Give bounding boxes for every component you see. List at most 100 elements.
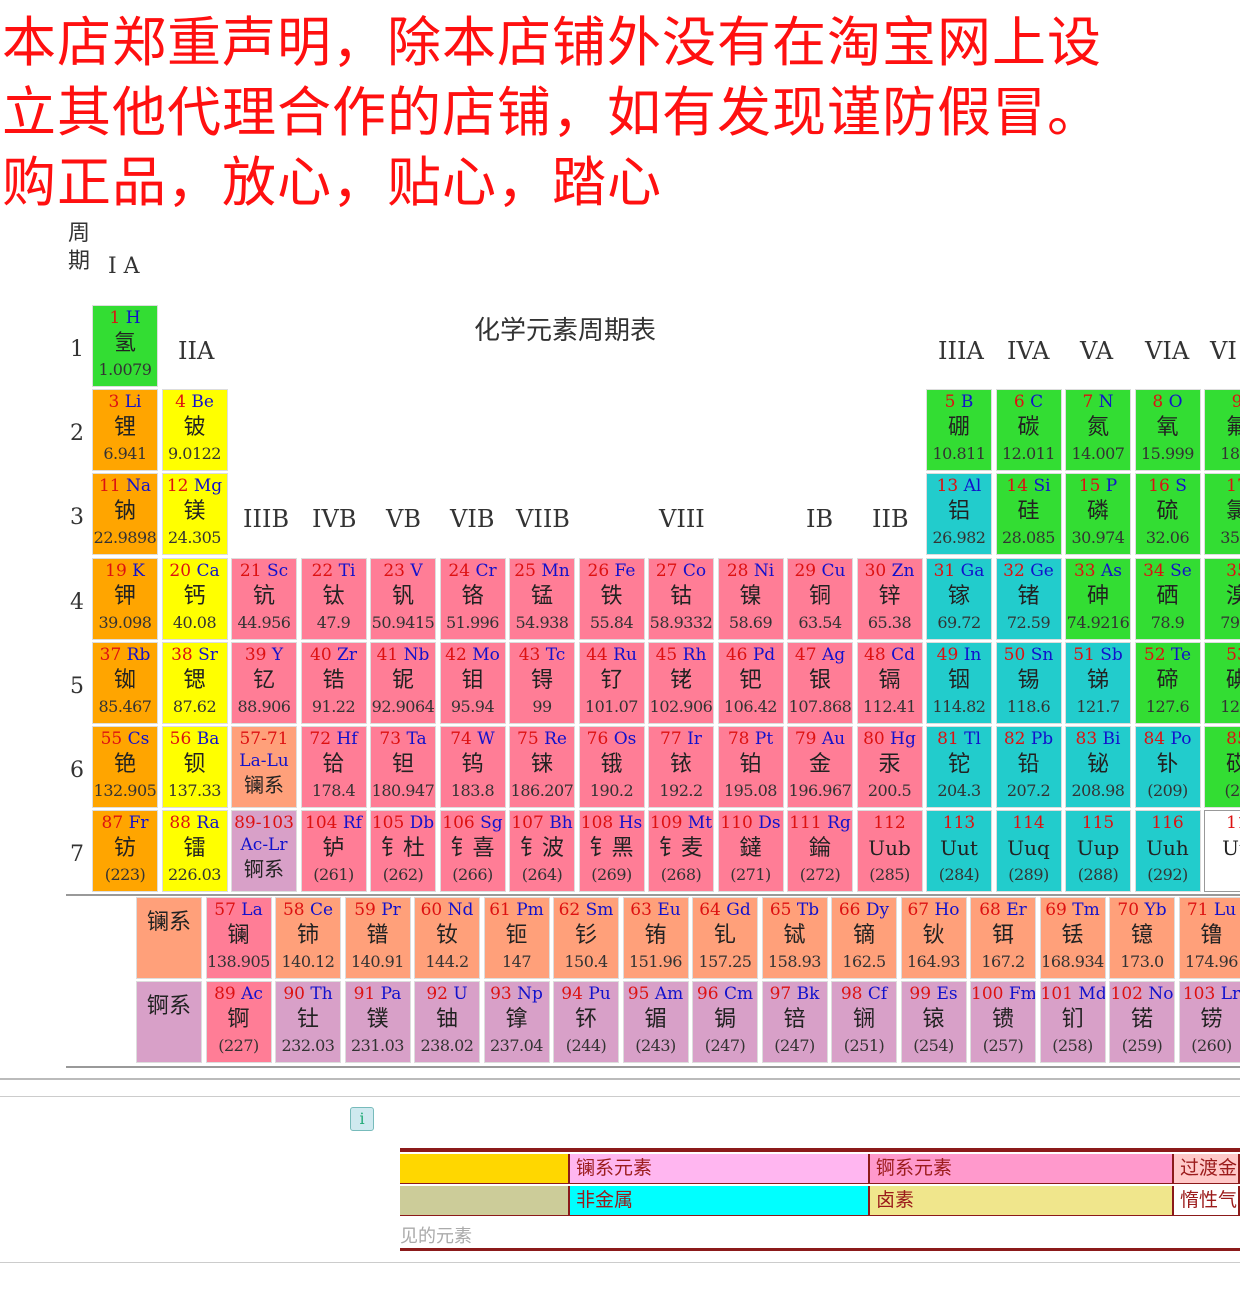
element-cell[interactable]: 91 Pa 镤 231.03	[344, 981, 411, 1063]
element-cell[interactable]: 42 Mo 钼 95.94	[439, 641, 506, 724]
element-cell[interactable]: 8 O 氧 15.999	[1134, 389, 1201, 472]
element-cell[interactable]: 4 Be 铍 9.0122	[161, 389, 228, 472]
element-cell[interactable]: 80 Hg 汞 200.5	[856, 726, 923, 808]
element-cell[interactable]: 95 Am 镅 (243)	[622, 981, 689, 1063]
element-cell[interactable]: 56 Ba 钡 137.33	[161, 726, 228, 808]
element-cell[interactable]: 99 Es 锿 (254)	[900, 981, 967, 1063]
element-cell[interactable]: 71 Lu 镥 174.96	[1178, 897, 1240, 979]
element-cell[interactable]: 22 Ti 钛 47.9	[300, 557, 367, 640]
element-cell[interactable]: 83 Bi 铋 208.98	[1065, 726, 1131, 808]
element-cell[interactable]: 1 H 氢 1.0079	[92, 305, 158, 387]
element-cell[interactable]: 34 Se 硒 78.9	[1134, 557, 1201, 640]
series-placeholder-cell[interactable]: 57-71 La-Lu 镧系	[231, 726, 297, 808]
element-cell[interactable]: 19 K 钾 39.098	[92, 557, 158, 640]
element-cell[interactable]: 49 In 铟 114.82	[926, 641, 992, 724]
element-cell[interactable]: 106 Sg 钅喜 (266)	[439, 810, 506, 893]
element-cell[interactable]: 40 Zr 锆 91.22	[300, 641, 367, 724]
element-cell[interactable]: 51 Sb 锑 121.7	[1065, 641, 1131, 724]
element-cell[interactable]: 33 As 砷 74.9216	[1065, 557, 1131, 640]
element-cell[interactable]: 25 Mn 锰 54.938	[509, 557, 575, 640]
element-cell[interactable]: 3 Li 锂 6.941	[92, 389, 158, 472]
element-cell[interactable]: 37 Rb 铷 85.467	[92, 641, 158, 724]
element-cell[interactable]: 105 Db 钅杜 (262)	[370, 810, 436, 893]
element-cell[interactable]: 103 Lr 铹 (260)	[1178, 981, 1240, 1063]
element-cell[interactable]: 13 Al 铝 26.982	[926, 473, 992, 556]
element-cell[interactable]: 89 Ac 锕 (227)	[205, 981, 272, 1063]
element-cell[interactable]: 29 Cu 铜 63.54	[787, 557, 853, 640]
element-cell[interactable]: 48 Cd 镉 112.41	[856, 641, 923, 724]
element-cell[interactable]: 23 V 钒 50.9415	[370, 557, 436, 640]
element-cell[interactable]: 85 砹 (21	[1204, 726, 1240, 808]
element-cell[interactable]: 62 Sm 钐 150.4	[553, 897, 619, 979]
element-cell[interactable]: 27 Co 钴 58.9332	[648, 557, 714, 640]
element-cell[interactable]: 116 Uuh (292)	[1134, 810, 1201, 893]
element-cell[interactable]: 93 Np 镎 237.04	[483, 981, 550, 1063]
element-cell[interactable]: 110 Ds 鐽 (271)	[717, 810, 784, 893]
element-cell[interactable]: 31 Ga 镓 69.72	[926, 557, 992, 640]
element-cell[interactable]: 43 Tc 锝 99	[509, 641, 575, 724]
element-cell[interactable]: 55 Cs 铯 132.905	[92, 726, 158, 808]
element-cell[interactable]: 53 碘126.	[1204, 641, 1240, 724]
element-cell[interactable]: 72 Hf 铪 178.4	[300, 726, 367, 808]
element-cell[interactable]: 26 Fe 铁 55.84	[578, 557, 645, 640]
element-cell[interactable]: 24 Cr 铬 51.996	[439, 557, 506, 640]
element-cell[interactable]: 66 Dy 镝 162.5	[831, 897, 897, 979]
element-cell[interactable]: 81 Tl 铊 204.3	[926, 726, 992, 808]
element-cell[interactable]: 82 Pb 铅 207.2	[995, 726, 1062, 808]
element-cell[interactable]: 97 Bk 锫 (247)	[761, 981, 828, 1063]
element-cell[interactable]: 78 Pt 铂 195.08	[717, 726, 784, 808]
element-cell[interactable]: 68 Er 铒 167.2	[970, 897, 1036, 979]
element-cell[interactable]: 6 C 碳 12.011	[995, 389, 1062, 472]
element-cell[interactable]: 76 Os 锇 190.2	[578, 726, 645, 808]
element-cell[interactable]: 39 Y 钇 88.906	[231, 641, 297, 724]
element-cell[interactable]: 94 Pu 钚 (244)	[553, 981, 619, 1063]
element-cell[interactable]: 32 Ge 锗 72.59	[995, 557, 1062, 640]
element-cell[interactable]: 59 Pr 镨 140.91	[344, 897, 411, 979]
element-cell[interactable]: 63 Eu 铕 151.96	[622, 897, 689, 979]
element-cell[interactable]: 69 Tm 铥 168.934	[1039, 897, 1106, 979]
element-cell[interactable]: 114 Uuq (289)	[995, 810, 1062, 893]
element-cell[interactable]: 60 Nd 钕 144.2	[414, 897, 480, 979]
element-cell[interactable]: 7 N 氮 14.007	[1065, 389, 1131, 472]
element-cell[interactable]: 111 Rg 錀 (272)	[787, 810, 853, 893]
element-cell[interactable]: 98 Cf 锎 (251)	[831, 981, 897, 1063]
element-cell[interactable]: 52 Te 碲 127.6	[1134, 641, 1201, 724]
element-cell[interactable]: 115 Uup (288)	[1065, 810, 1131, 893]
element-cell[interactable]: 46 Pd 钯 106.42	[717, 641, 784, 724]
element-cell[interactable]: 101 Md 钔 (258)	[1039, 981, 1106, 1063]
element-cell[interactable]: 104 Rf 𬬻 (261)	[300, 810, 367, 893]
element-cell[interactable]: 16 S 硫 32.06	[1134, 473, 1201, 556]
element-cell[interactable]: 28 Ni 镍 58.69	[717, 557, 784, 640]
element-cell[interactable]: 112 Uub (285)	[856, 810, 923, 893]
element-cell[interactable]: 47 Ag 银 107.868	[787, 641, 853, 724]
element-cell[interactable]: 35 溴79.9	[1204, 557, 1240, 640]
element-cell[interactable]: 15 P 磷 30.974	[1065, 473, 1131, 556]
element-cell[interactable]: 102 No 锘 (259)	[1109, 981, 1175, 1063]
element-cell[interactable]: 70 Yb 镱 173.0	[1109, 897, 1175, 979]
element-cell[interactable]: 50 Sn 锡 118.6	[995, 641, 1062, 724]
element-cell[interactable]: 45 Rh 铑 102.906	[648, 641, 714, 724]
element-cell[interactable]: 38 Sr 锶 87.62	[161, 641, 228, 724]
element-cell[interactable]: 108 Hs 钅黑 (269)	[578, 810, 645, 893]
element-cell[interactable]: 113 Uut (284)	[926, 810, 992, 893]
element-cell[interactable]: 84 Po 钋 (209)	[1134, 726, 1201, 808]
element-cell[interactable]: 96 Cm 锔 (247)	[692, 981, 758, 1063]
element-cell[interactable]: 20 Ca 钙 40.08	[161, 557, 228, 640]
element-cell[interactable]: 67 Ho 钬 164.93	[900, 897, 967, 979]
element-cell[interactable]: 77 Ir 铱 192.2	[648, 726, 714, 808]
element-cell[interactable]: 5 B 硼 10.811	[926, 389, 992, 472]
info-icon[interactable]: i	[350, 1107, 374, 1131]
element-cell[interactable]: 75 Re 铼 186.207	[509, 726, 575, 808]
element-cell[interactable]: 41 Nb 铌 92.9064	[370, 641, 436, 724]
element-cell[interactable]: 100 Fm 镄 (257)	[970, 981, 1036, 1063]
element-cell[interactable]: 88 Ra 镭 226.03	[161, 810, 228, 893]
element-cell[interactable]: 79 Au 金 196.967	[787, 726, 853, 808]
element-cell[interactable]: 44 Ru 钌 101.07	[578, 641, 645, 724]
element-cell[interactable]: 64 Gd 钆 157.25	[692, 897, 758, 979]
element-cell[interactable]: 12 Mg 镁 24.305	[161, 473, 228, 556]
element-cell[interactable]: 11 Na 钠 22.9898	[92, 473, 158, 556]
element-cell[interactable]: 11 Uu	[1204, 810, 1240, 893]
element-cell[interactable]: 30 Zn 锌 65.38	[856, 557, 923, 640]
element-cell[interactable]: 58 Ce 铈 140.12	[275, 897, 341, 979]
element-cell[interactable]: 65 Tb 铽 158.93	[761, 897, 828, 979]
